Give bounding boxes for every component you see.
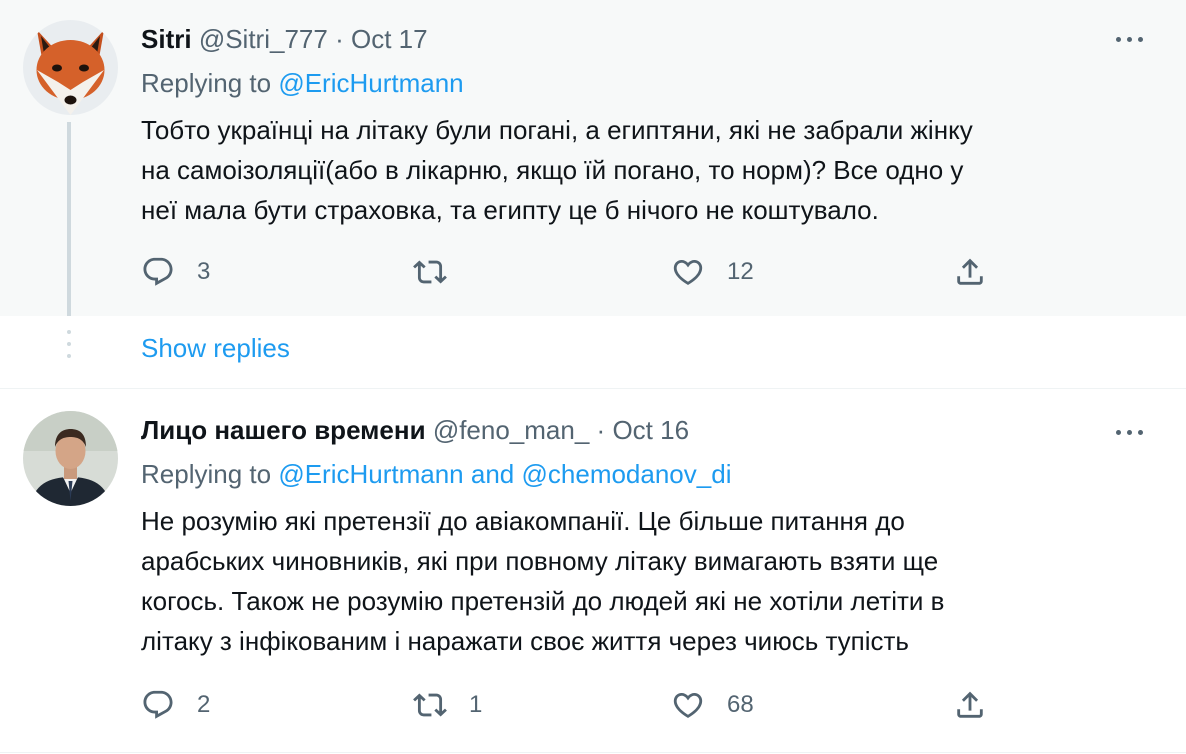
man-portrait-avatar-icon[interactable] [23,411,118,506]
fox-avatar-icon[interactable] [23,20,118,115]
header-separator: · [596,415,606,445]
mention-link[interactable]: @EricHurtmann [278,68,463,98]
reply-icon [143,690,173,719]
tweet-sitri[interactable]: Sitri @Sitri_777 · Oct 17 Replying to @E… [0,0,1186,316]
tweet-text-line: арабських чиновників, які при повному лі… [141,546,939,576]
retweet-icon [413,693,447,717]
share-button[interactable] [953,685,987,725]
reply-count: 3 [197,258,211,285]
replying-prefix: Replying to [141,68,272,98]
replying-to: Replying to @EricHurtmann and @chemodano… [141,459,731,490]
tweet-text-line: когось. Також не розумію претензій до лю… [141,586,945,616]
replying-and: and [470,459,515,489]
tweet-text: Тобто українці на літаку були погані, а … [141,110,1151,230]
replying-to: Replying to @EricHurtmann [141,68,464,99]
divider [0,752,1186,753]
thread-line [67,122,71,316]
tweet-text-line: неї мала бути страховка, та египту це б … [141,195,879,225]
mention-link[interactable]: @EricHurtmann [278,459,463,489]
tweet-text-line: Не розумію які претензії до авіакомпанії… [141,506,905,536]
tweet-text-line: Тобто українці на літаку були погані, а … [141,115,973,145]
tweet-actions: 3 12 [141,252,1001,292]
like-button[interactable]: 12 [671,252,754,292]
thread-continuation-dots [67,330,71,370]
tweet-feno-man[interactable]: Лицо нашего времени @feno_man_ · Oct 16 … [0,389,1186,754]
header-separator: · [335,24,344,54]
share-button[interactable] [953,252,987,292]
like-count: 68 [727,691,754,718]
like-count: 12 [727,258,754,285]
retweet-button[interactable]: 1 [413,685,482,725]
retweet-count: 1 [469,691,483,718]
author-handle[interactable]: @feno_man_ [433,415,590,445]
share-icon [957,258,983,285]
reply-button[interactable]: 2 [141,685,210,725]
mention-link[interactable]: @chemodanov_di [522,459,732,489]
tweet-text-line: на самоізоляції(або в лікарню, якщо їй п… [141,155,964,185]
tweet-header: Лицо нашего времени @feno_man_ · Oct 16 [141,415,689,446]
author-name[interactable]: Sitri [141,24,192,54]
tweet-date[interactable]: Oct 17 [351,24,428,54]
tweet-text: Не розумію які претензії до авіакомпанії… [141,501,1151,661]
like-button[interactable]: 68 [671,685,754,725]
author-name[interactable]: Лицо нашего времени [141,415,426,445]
tweet-actions: 2 1 68 [141,685,1001,725]
reply-icon [143,257,173,286]
show-replies-link[interactable]: Show replies [141,333,290,364]
retweet-button[interactable] [413,252,447,292]
retweet-icon [413,260,447,284]
reply-count: 2 [197,691,211,718]
share-icon [957,691,983,718]
more-icon[interactable] [1110,417,1150,447]
like-icon [673,692,703,718]
author-handle[interactable]: @Sitri_777 [199,24,328,54]
replying-prefix: Replying to [141,459,272,489]
tweet-header: Sitri @Sitri_777 · Oct 17 [141,24,428,55]
like-icon [673,259,703,285]
tweet-date[interactable]: Oct 16 [612,415,689,445]
more-icon[interactable] [1110,24,1150,54]
reply-button[interactable]: 3 [141,252,210,292]
tweet-text-line: літаку з інфікованим і наражати своє жит… [141,626,909,656]
